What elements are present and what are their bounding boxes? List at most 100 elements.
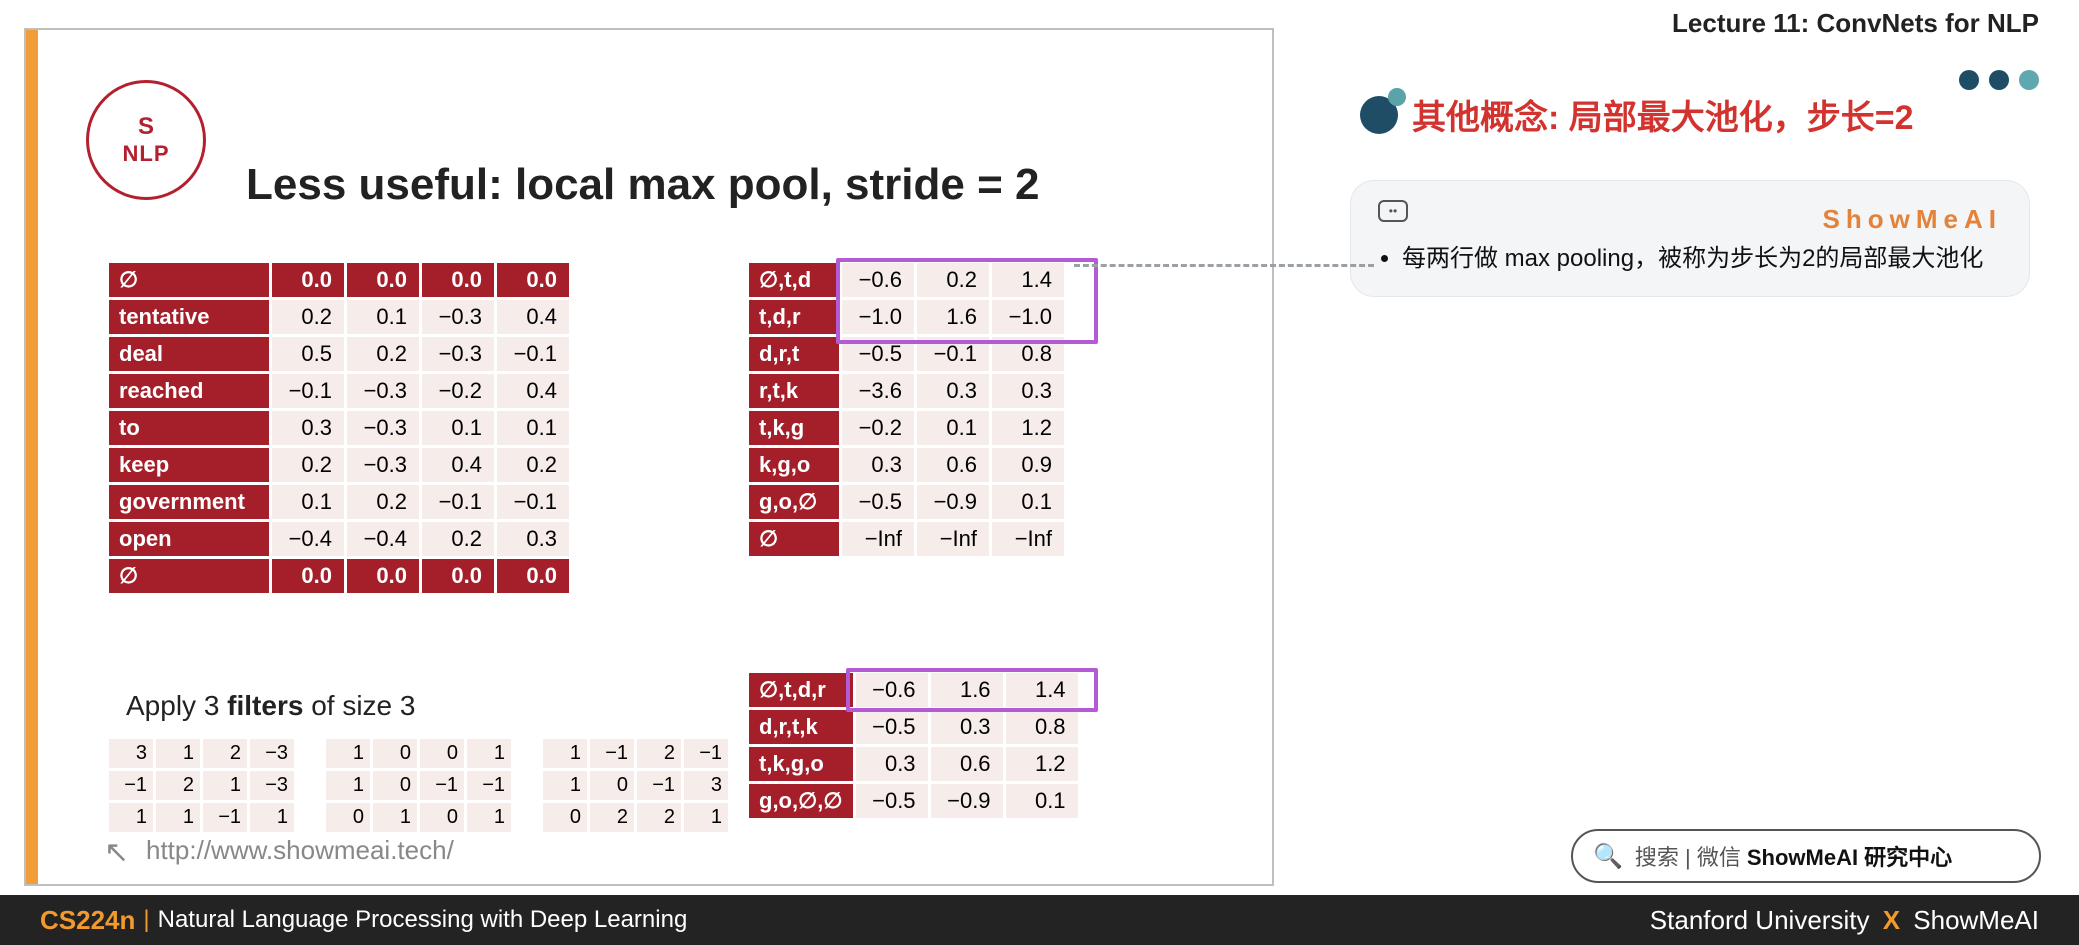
search-strong: ShowMeAI 研究中心 [1747,840,1952,872]
filter-cell: 1 [543,771,587,800]
cell: 0.3 [856,747,928,781]
cell: 0.1 [422,411,494,445]
cell: −1.0 [992,300,1064,334]
filter-cell: 3 [109,739,153,768]
filter-cell: 1 [467,803,511,832]
filter-cell: 0 [543,803,587,832]
cell: 1.4 [1006,673,1078,707]
slide-box: S NLP Less useful: local max pool, strid… [24,28,1274,886]
cell: −Inf [917,522,989,556]
cell: 1.6 [917,300,989,334]
filter-cell: 1 [326,771,370,800]
filter-cell: 3 [684,771,728,800]
filter-cell: 1 [326,739,370,768]
title-bullet-icon [1360,96,1398,134]
filter-table: 100110−1−10101 [323,736,514,835]
cell: 0.1 [497,411,569,445]
cell: 0.4 [422,448,494,482]
footer-bar: CS224n | Natural Language Processing wit… [0,895,2079,945]
cell: 0.3 [992,374,1064,408]
row-label: g,o,∅ [749,485,839,519]
cell: 0.2 [347,337,419,371]
source-url: http://www.showmeai.tech/ [146,835,454,866]
cell: −0.4 [272,522,344,556]
cell: −1.0 [842,300,914,334]
cell: 0.3 [931,710,1003,744]
row-label: ∅ [109,263,269,297]
decorative-dots [1949,70,2039,95]
section-title: 其他概念: 局部最大池化，步长=2 [1360,90,1914,139]
filter-cell: 1 [250,803,294,832]
footer-right: Stanford University X ShowMeAI [1650,905,2039,936]
cell: 0.3 [497,522,569,556]
filter-cell: −3 [250,739,294,768]
cell: 0.0 [422,263,494,297]
note-bullet: 每两行做 max pooling，被称为步长为2的局部最大池化 [1402,238,2002,273]
pool-table: ∅,t,d,r−0.61.61.4d,r,t,k−0.50.30.8t,k,g,… [746,670,1081,821]
cell: 0.9 [992,448,1064,482]
row-label: r,t,k [749,374,839,408]
row-label: ∅,t,d [749,263,839,297]
filter-cell: 2 [203,739,247,768]
stanford-nlp-logo: S NLP [86,80,206,200]
cell: 0.1 [1006,784,1078,818]
cell: −0.1 [497,485,569,519]
cell: 1.2 [1006,747,1078,781]
filter-cell: 0 [326,803,370,832]
dashed-connector [1074,264,1374,267]
row-label: reached [109,374,269,408]
filter-cell: 1 [543,739,587,768]
cell: −0.5 [842,337,914,371]
cell: 0.4 [497,300,569,334]
filter-cell: 1 [467,739,511,768]
cell: 0.2 [497,448,569,482]
note-card: •• ShowMeAI 每两行做 max pooling，被称为步长为2的局部最… [1350,180,2030,297]
filter-cell: 1 [203,771,247,800]
cell: 0.2 [917,263,989,297]
filter-cell: 0 [420,803,464,832]
input-table: ∅0.00.00.00.0tentative0.20.1−0.30.4deal0… [106,260,572,596]
cell: −0.1 [272,374,344,408]
cell: −0.2 [422,374,494,408]
filter-cell: 0 [373,771,417,800]
filter-cell: 1 [156,803,200,832]
row-label: k,g,o [749,448,839,482]
cell: 0.0 [347,559,419,593]
cell: −0.1 [422,485,494,519]
filter-cell: −1 [637,771,681,800]
lecture-header: Lecture 11: ConvNets for NLP [1672,8,2039,39]
filter-cell: −1 [109,771,153,800]
apply-text: Apply 3 filters of size 3 [126,690,415,722]
cell: −0.3 [422,300,494,334]
search-icon: 🔍 [1593,842,1623,871]
slide-title: Less useful: local max pool, stride = 2 [246,160,1039,210]
search-pill[interactable]: 🔍 搜索 | 微信 ShowMeAI 研究中心 [1571,829,2041,883]
cell: −0.3 [347,374,419,408]
row-label: tentative [109,300,269,334]
cell: 0.0 [422,559,494,593]
cell: 0.2 [347,485,419,519]
filter-cell: −1 [467,771,511,800]
row-label: ∅ [749,522,839,556]
cell: 0.2 [422,522,494,556]
cell: −0.3 [422,337,494,371]
cursor-icon: ↖ [104,835,129,870]
filter-cell: 1 [684,803,728,832]
filters-wrap: 312−3−121−311−11100110−1−101011−12−110−1… [106,736,731,835]
cell: −0.5 [856,710,928,744]
cell: 0.5 [272,337,344,371]
row-label: keep [109,448,269,482]
row-label: ∅ [109,559,269,593]
row-label: t,k,g [749,411,839,445]
orange-bar [26,30,38,884]
cell: −0.3 [347,411,419,445]
filter-cell: 2 [637,739,681,768]
cell: −0.4 [347,522,419,556]
cell: 0.8 [1006,710,1078,744]
filter-cell: −1 [203,803,247,832]
cell: −0.5 [842,485,914,519]
cell: 1.2 [992,411,1064,445]
footer-sep: | [143,906,149,934]
cell: −0.3 [347,448,419,482]
cell: −0.6 [856,673,928,707]
